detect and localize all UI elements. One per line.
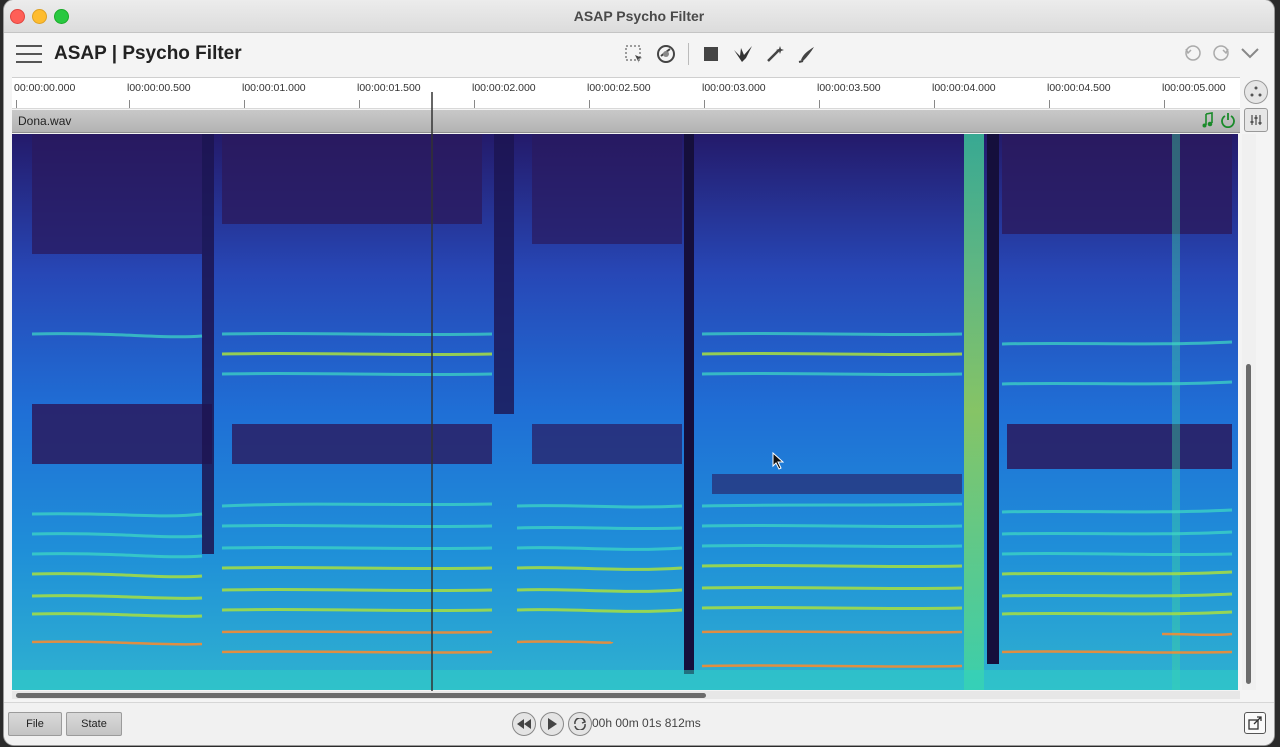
- ruler-tick: l00:00:03.000: [702, 82, 766, 94]
- status-bar: File State 00h 00m 01s 812ms: [4, 702, 1274, 745]
- rectangle-tool-icon[interactable]: [699, 42, 723, 66]
- window-title: ASAP Psycho Filter: [573, 8, 705, 24]
- time-readout: 00h 00m 01s 812ms: [592, 716, 701, 730]
- power-icon[interactable]: [1220, 112, 1236, 133]
- vertical-scrollbar[interactable]: [1242, 134, 1256, 690]
- app-header: ASAP | Psycho Filter: [4, 33, 1274, 73]
- rewind-icon: [517, 719, 531, 729]
- ruler-tick: l00:00:01.500: [357, 82, 421, 94]
- spectrogram-image: [12, 134, 1238, 690]
- ruler-tick-mark: [474, 100, 475, 108]
- ruler-tick-mark: [1049, 100, 1050, 108]
- track-controls: [1202, 112, 1236, 133]
- mouse-cursor-icon: [772, 451, 785, 475]
- playhead-marker[interactable]: [431, 92, 433, 692]
- ruler-tick: l00:00:02.000: [472, 82, 536, 94]
- horizontal-scrollbar[interactable]: [12, 691, 1240, 699]
- file-button[interactable]: File: [8, 712, 62, 736]
- magic-wand-icon[interactable]: [763, 42, 787, 66]
- selection-tool-icon[interactable]: [622, 42, 646, 66]
- export-button[interactable]: [1244, 712, 1266, 734]
- ruler-tick: l00:00:00.500: [127, 82, 191, 94]
- track-settings-button[interactable]: [1244, 108, 1268, 132]
- ruler-tick-mark: [129, 100, 130, 108]
- title-bar: ASAP Psycho Filter: [4, 0, 1274, 33]
- ruler-tick-mark: [359, 100, 360, 108]
- ruler-tick: l00:00:02.500: [587, 82, 651, 94]
- ruler-tick: l00:00:04.500: [1047, 82, 1111, 94]
- music-note-icon[interactable]: [1202, 112, 1214, 133]
- ruler-tick-mark: [1164, 100, 1165, 108]
- track-name: Dona.wav: [18, 114, 72, 128]
- state-button[interactable]: State: [66, 712, 122, 736]
- ruler-tick: 00:00:00.000: [14, 82, 76, 94]
- toolbar-separator: [688, 43, 689, 65]
- ruler-tick-mark: [934, 100, 935, 108]
- ruler-tick: l00:00:04.000: [932, 82, 996, 94]
- time-ruler[interactable]: 00:00:00.000 l00:00:00.500 l00:00:01.000…: [12, 77, 1240, 109]
- track-header[interactable]: Dona.wav: [12, 110, 1240, 133]
- loop-icon: [574, 718, 587, 730]
- play-button[interactable]: [540, 712, 564, 736]
- play-icon: [548, 718, 557, 730]
- ruler-tick-mark: [589, 100, 590, 108]
- dots-icon: [1250, 86, 1262, 97]
- ruler-tick: l00:00:05.000: [1162, 82, 1226, 94]
- ruler-tick-mark: [244, 100, 245, 108]
- transport-controls: [512, 712, 592, 736]
- horizontal-scroll-thumb[interactable]: [16, 693, 706, 698]
- spot-heal-icon[interactable]: [654, 42, 678, 66]
- loop-button[interactable]: [568, 712, 592, 736]
- redo-icon[interactable]: [1212, 44, 1230, 67]
- menu-icon[interactable]: [16, 45, 42, 63]
- chevron-down-icon[interactable]: [1240, 46, 1260, 65]
- header-controls: [1184, 44, 1260, 67]
- undo-icon[interactable]: [1184, 44, 1202, 67]
- tool-bar: [622, 42, 819, 66]
- ruler-tick-mark: [819, 100, 820, 108]
- zoom-fit-button[interactable]: [1244, 80, 1268, 104]
- brush-icon[interactable]: [795, 42, 819, 66]
- bird-icon[interactable]: [731, 42, 755, 66]
- ruler-tick-mark: [704, 100, 705, 108]
- rewind-button[interactable]: [512, 712, 536, 736]
- spectrogram-view[interactable]: [12, 134, 1238, 690]
- export-icon: [1248, 716, 1262, 730]
- ruler-tick: l00:00:01.000: [242, 82, 306, 94]
- app-title: ASAP | Psycho Filter: [54, 43, 242, 64]
- vertical-scroll-thumb[interactable]: [1246, 364, 1251, 684]
- ruler-tick: l00:00:03.500: [817, 82, 881, 94]
- ruler-tick-mark: [16, 100, 17, 108]
- app-window: ASAP Psycho Filter ASAP | Psycho Filter: [4, 0, 1274, 745]
- sliders-icon: [1250, 115, 1262, 125]
